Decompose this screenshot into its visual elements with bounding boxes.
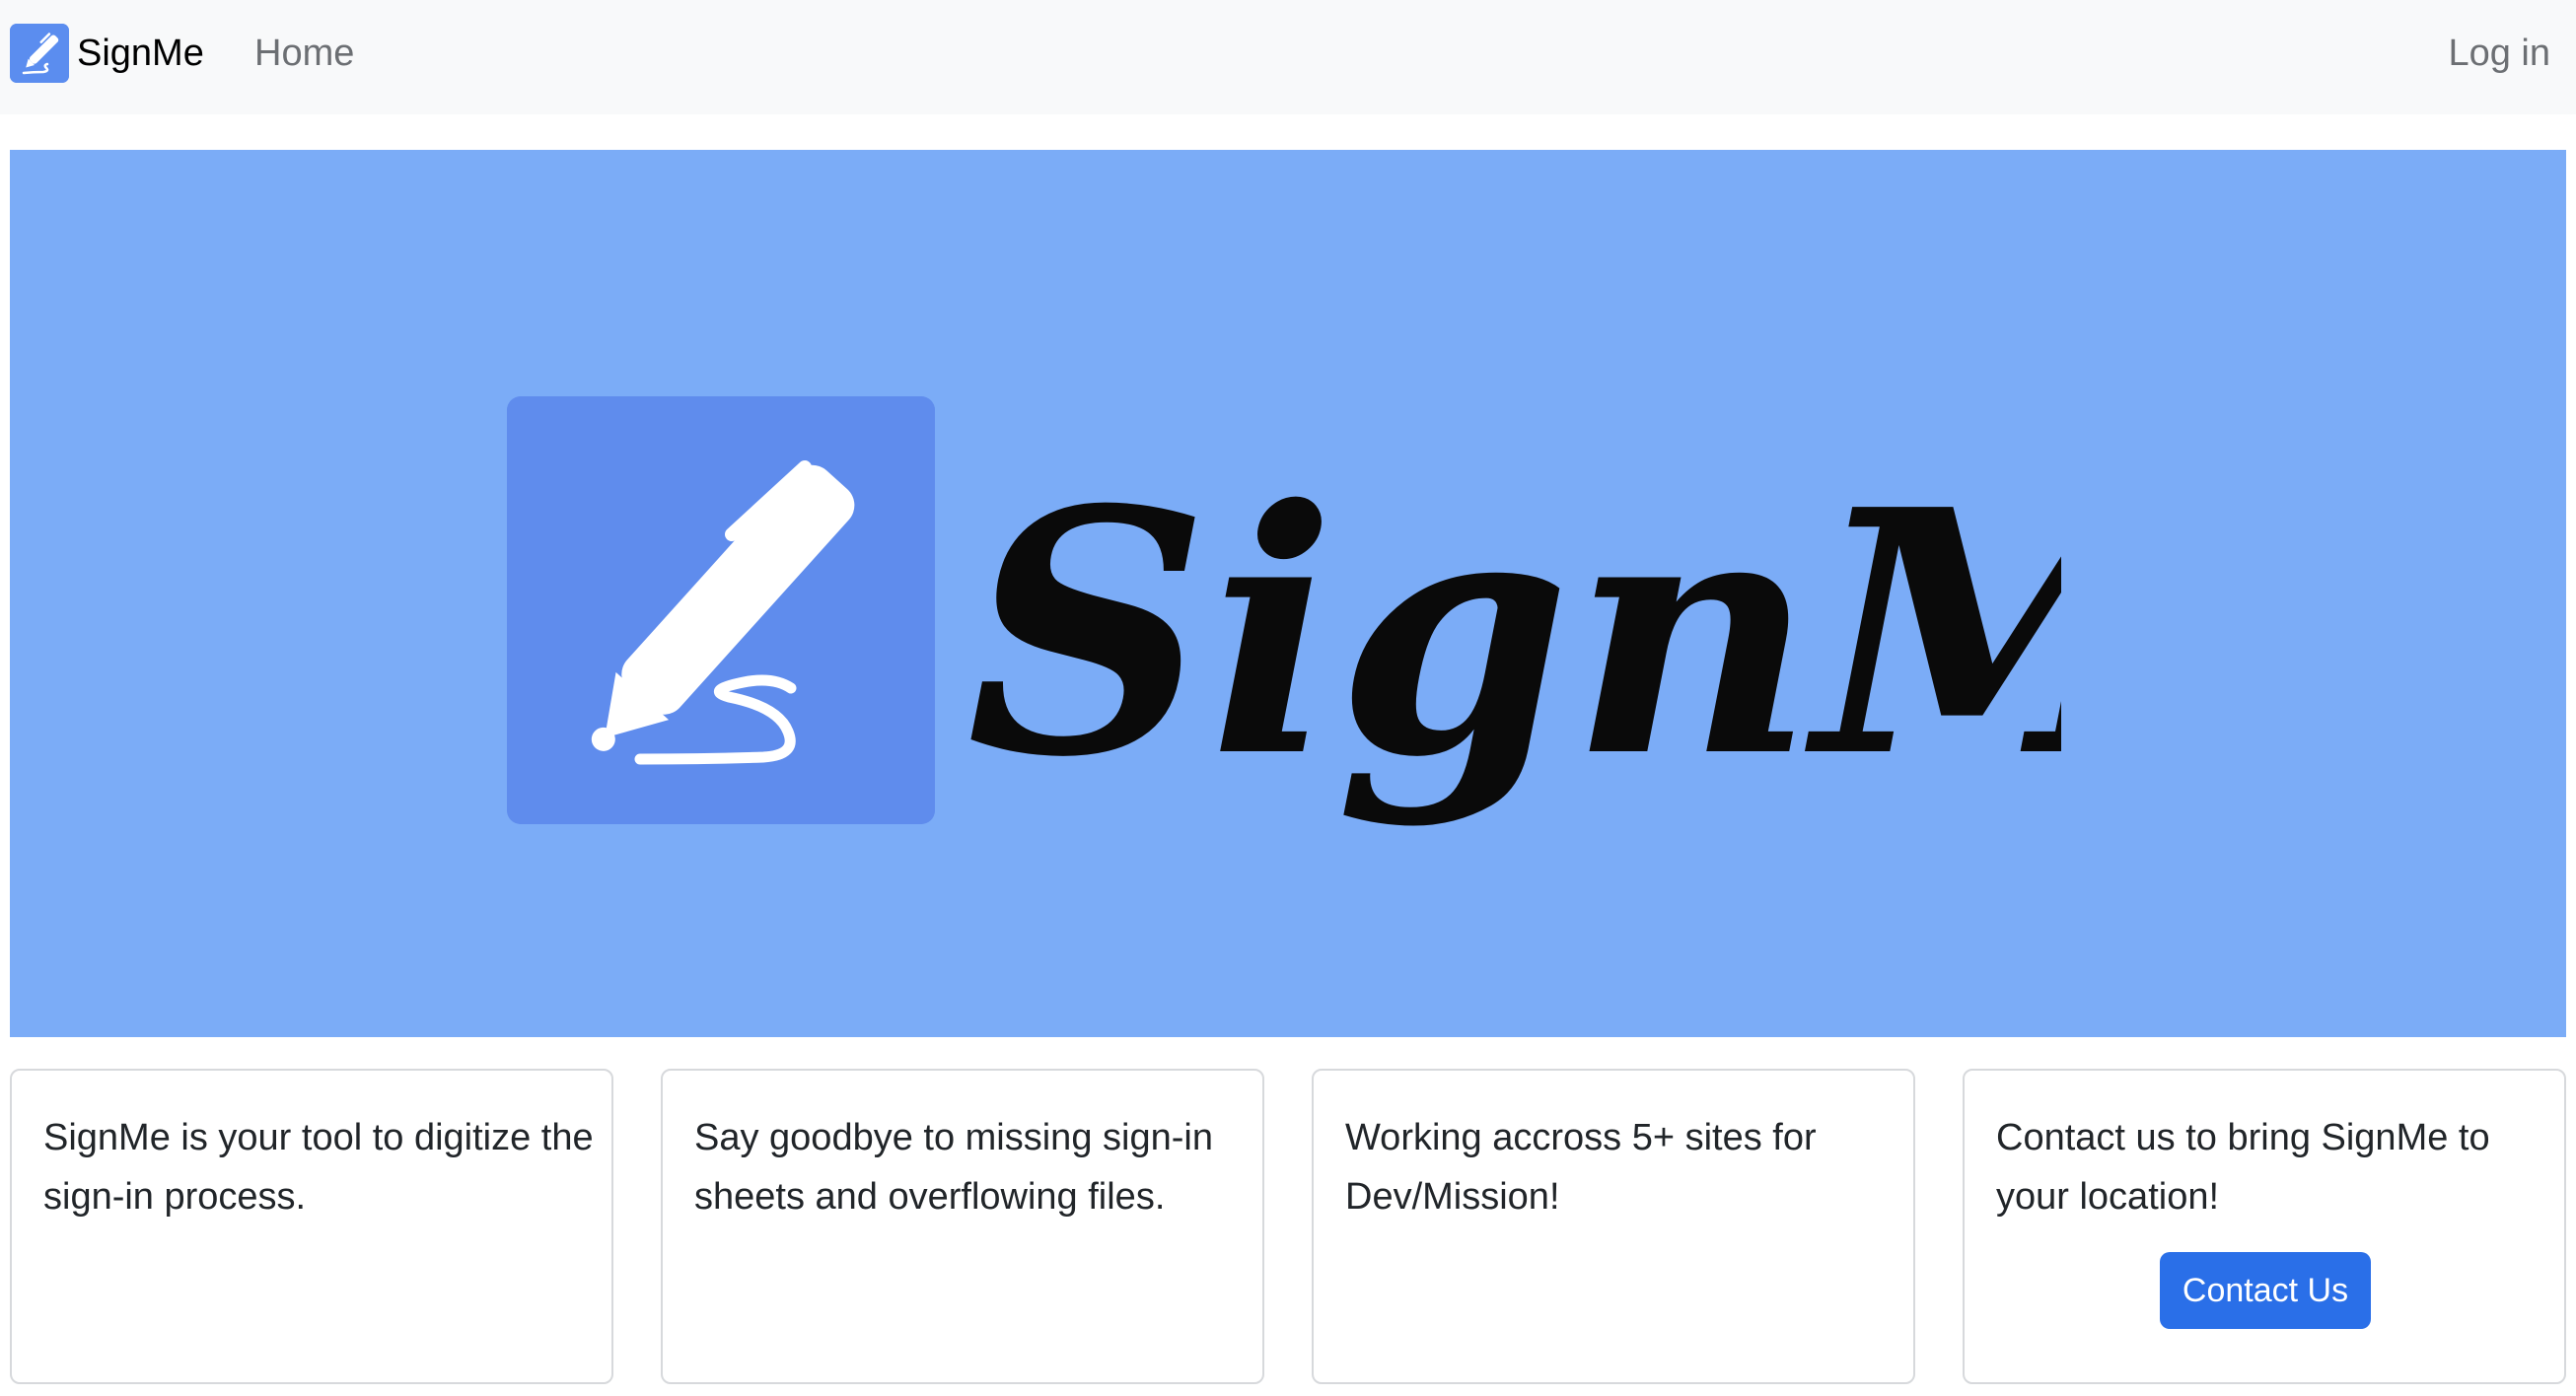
hero-banner: SignMe	[10, 150, 2566, 1037]
contact-card: Contact us to bring SignMe to your locat…	[1963, 1069, 2566, 1384]
pen-signature-icon	[507, 396, 935, 824]
hero-wordmark-text: SignMe	[966, 438, 2061, 831]
card-text: SignMe is your tool to digitize the sign…	[43, 1117, 594, 1218]
card-text: Contact us to bring SignMe to your locat…	[1996, 1117, 2490, 1218]
feature-card: Working accross 5+ sites for Dev/Mission…	[1312, 1069, 1915, 1384]
hero-wordmark: SignMe	[966, 438, 2061, 831]
contact-us-button[interactable]: Contact Us	[2160, 1252, 2371, 1329]
card-text: Working accross 5+ sites for Dev/Mission…	[1345, 1117, 1817, 1218]
feature-card: SignMe is your tool to digitize the sign…	[10, 1069, 613, 1384]
nav-home-link[interactable]: Home	[254, 30, 354, 77]
card-text: Say goodbye to missing sign-in sheets an…	[694, 1117, 1213, 1218]
feature-card: Say goodbye to missing sign-in sheets an…	[661, 1069, 1264, 1384]
pen-signature-icon	[10, 24, 69, 83]
nav-login-link[interactable]: Log in	[2448, 30, 2550, 77]
brand-link[interactable]: SignMe	[10, 24, 204, 83]
brand-name: SignMe	[77, 33, 204, 74]
top-navbar: SignMe Home Log in	[0, 0, 2576, 114]
